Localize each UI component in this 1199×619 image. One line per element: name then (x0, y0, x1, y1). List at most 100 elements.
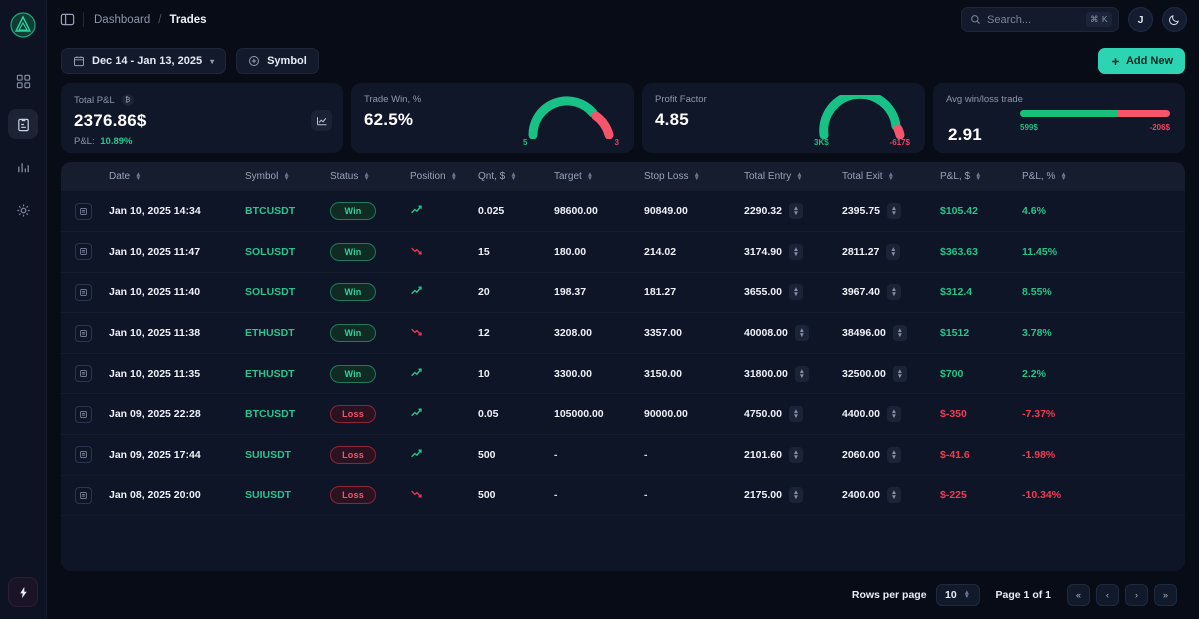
cell-date: Jan 10, 2025 11:40 (109, 286, 201, 299)
value-stepper[interactable]: ▲ ▼ (788, 406, 803, 423)
value-stepper[interactable]: ▲ ▼ (794, 325, 809, 342)
sidebar (0, 0, 47, 619)
card-total-pnl: Total P&L ₿ 2376.86$ P&L: 10.89% (61, 83, 343, 153)
cell-symbol[interactable]: BTCUSDT (245, 205, 295, 217)
row-note-icon[interactable] (75, 324, 92, 342)
date-range-picker[interactable]: Dec 14 - Jan 13, 2025 ▾ (61, 48, 227, 74)
cell-qnt: 500 (478, 489, 496, 502)
sidebar-item-dashboard[interactable] (8, 66, 38, 96)
row-note-icon[interactable] (75, 446, 92, 464)
cell-symbol[interactable]: SUIUSDT (245, 489, 291, 501)
table-row[interactable]: Jan 10, 2025 14:34 BTCUSDT Win 0.025 98600.0… (61, 191, 1185, 232)
add-new-button[interactable]: Add New (1097, 48, 1185, 74)
row-note-icon[interactable] (75, 202, 92, 220)
cell-symbol[interactable]: SOLUSDT (245, 246, 295, 258)
th-qnt[interactable]: Qnt, $ ▲ ▼ (478, 162, 554, 191)
th-actions (61, 162, 109, 191)
position-long-icon (410, 449, 423, 463)
bar-win-segment (1020, 110, 1118, 117)
table-row[interactable]: Jan 10, 2025 11:35 ETHUSDT Win 10 3300.00 315… (61, 353, 1185, 394)
date-range-label: Dec 14 - Jan 13, 2025 (92, 55, 203, 67)
prev-page-button[interactable]: ‹ (1096, 584, 1119, 606)
th-symbol[interactable]: Symbol ▲ ▼ (245, 162, 330, 191)
cell-stop-loss: 90849.00 (644, 205, 688, 218)
last-page-button[interactable]: » (1154, 584, 1177, 606)
table-row[interactable]: Jan 08, 2025 20:00 SUIUSDT Loss 500 - - 2175.0… (61, 475, 1185, 516)
th-target[interactable]: Target ▲ ▼ (554, 162, 644, 191)
row-note-icon[interactable] (75, 486, 92, 504)
cell-total-exit: 38496.00 ▲ ▼ (842, 313, 940, 354)
card-title: Trade Win, % (364, 94, 422, 105)
th-pnl-pct[interactable]: P&L, % ▲ ▼ (1022, 162, 1185, 191)
sort-icon: ▲ ▼ (363, 170, 370, 182)
row-note-icon[interactable] (75, 405, 92, 423)
next-page-button[interactable]: › (1125, 584, 1148, 606)
cell-pnl-usd: $105.42 (940, 205, 978, 218)
value-stepper[interactable]: ▲ ▼ (794, 365, 809, 382)
cell-qnt: 20 (478, 286, 490, 299)
table-row[interactable]: Jan 09, 2025 22:28 BTCUSDT Loss 0.05 105000.… (61, 394, 1185, 435)
row-note-icon[interactable] (75, 283, 92, 301)
value-stepper[interactable]: ▲ ▼ (788, 243, 803, 260)
table-row[interactable]: Jan 10, 2025 11:47 SOLUSDT Win 15 180.00 214.… (61, 232, 1185, 273)
cell-stop-loss: 3150.00 (644, 367, 682, 380)
gauge-arc (819, 89, 905, 140)
rows-per-page-select[interactable]: 10 ▲ ▼ (935, 584, 980, 606)
sort-icon: ▲ ▼ (887, 170, 895, 182)
gauge-profit-factor: 3K$ -617$ (814, 89, 910, 147)
value-stepper[interactable]: ▲ ▼ (892, 365, 907, 382)
moon-icon[interactable] (1162, 7, 1187, 32)
value-stepper[interactable]: ▲ ▼ (886, 203, 901, 220)
cell-target: 180.00 (554, 245, 587, 258)
main-area: Dashboard / Trades Search... ⌘ K J Dec 1… (47, 0, 1199, 619)
table-row[interactable]: Jan 10, 2025 11:38 ETHUSDT Win 12 3208.00 335… (61, 313, 1185, 354)
cell-pnl-pct: 3.78% (1022, 327, 1052, 340)
breadcrumb-parent[interactable]: Dashboard (94, 14, 150, 26)
value-stepper[interactable]: ▲ ▼ (788, 284, 803, 301)
cell-pnl-usd: $312.4 (940, 286, 973, 299)
line-chart-icon[interactable] (311, 110, 332, 131)
th-pnl-usd[interactable]: P&L, $ ▲ ▼ (940, 162, 1022, 191)
panel-left-icon[interactable] (55, 8, 79, 32)
sidebar-item-settings[interactable] (8, 195, 38, 225)
value-stepper[interactable]: ▲ ▼ (892, 325, 907, 342)
search-input[interactable]: Search... ⌘ K (961, 7, 1119, 32)
lightning-bolt-icon[interactable] (8, 577, 38, 607)
row-note-icon[interactable] (75, 243, 92, 261)
cell-symbol[interactable]: BTCUSDT (245, 408, 295, 420)
th-total-exit[interactable]: Total Exit ▲ ▼ (842, 162, 940, 191)
value-stepper[interactable]: ▲ ▼ (788, 487, 803, 504)
stat-cards: Total P&L ₿ 2376.86$ P&L: 10.89% Trade W… (47, 83, 1199, 153)
card-subtext: P&L: 10.89% (74, 136, 330, 147)
gauge-left-label: 3K$ (814, 138, 829, 147)
status-badge: Loss (330, 405, 376, 424)
th-status[interactable]: Status ▲ ▼ (330, 162, 410, 191)
cell-symbol[interactable]: SUIUSDT (245, 449, 291, 461)
th-position[interactable]: Position ▲ ▼ (410, 162, 478, 191)
table-row[interactable]: Jan 10, 2025 11:40 SOLUSDT Win 20 198.37 181.… (61, 272, 1185, 313)
cell-symbol[interactable]: ETHUSDT (245, 368, 295, 380)
app-logo[interactable] (10, 12, 36, 38)
avatar[interactable]: J (1128, 7, 1153, 32)
th-stop-loss[interactable]: Stop Loss ▲ ▼ (644, 162, 744, 191)
value-stepper[interactable]: ▲ ▼ (788, 203, 803, 220)
cell-qnt: 12 (478, 327, 490, 340)
th-date[interactable]: Date ▲ ▼ (109, 162, 245, 191)
value-stepper[interactable]: ▲ ▼ (886, 406, 901, 423)
th-total-entry[interactable]: Total Entry ▲ ▼ (744, 162, 842, 191)
row-note-icon[interactable] (75, 365, 92, 383)
sidebar-item-statistics[interactable] (8, 152, 38, 182)
value-stepper[interactable]: ▲ ▼ (788, 446, 803, 463)
value-stepper[interactable]: ▲ ▼ (886, 487, 901, 504)
sidebar-item-trades[interactable] (8, 109, 38, 139)
value-stepper[interactable]: ▲ ▼ (886, 446, 901, 463)
table-row[interactable]: Jan 09, 2025 17:44 SUIUSDT Loss 500 - - 2101.6… (61, 435, 1185, 476)
value-stepper[interactable]: ▲ ▼ (886, 284, 901, 301)
cell-symbol[interactable]: SOLUSDT (245, 286, 295, 298)
value-stepper[interactable]: ▲ ▼ (886, 243, 901, 260)
cell-date: Jan 09, 2025 17:44 (109, 448, 201, 461)
first-page-button[interactable]: « (1067, 584, 1090, 606)
cell-pnl-pct: 8.55% (1022, 286, 1052, 299)
symbol-filter-button[interactable]: Symbol (236, 48, 319, 74)
cell-symbol[interactable]: ETHUSDT (245, 327, 295, 339)
